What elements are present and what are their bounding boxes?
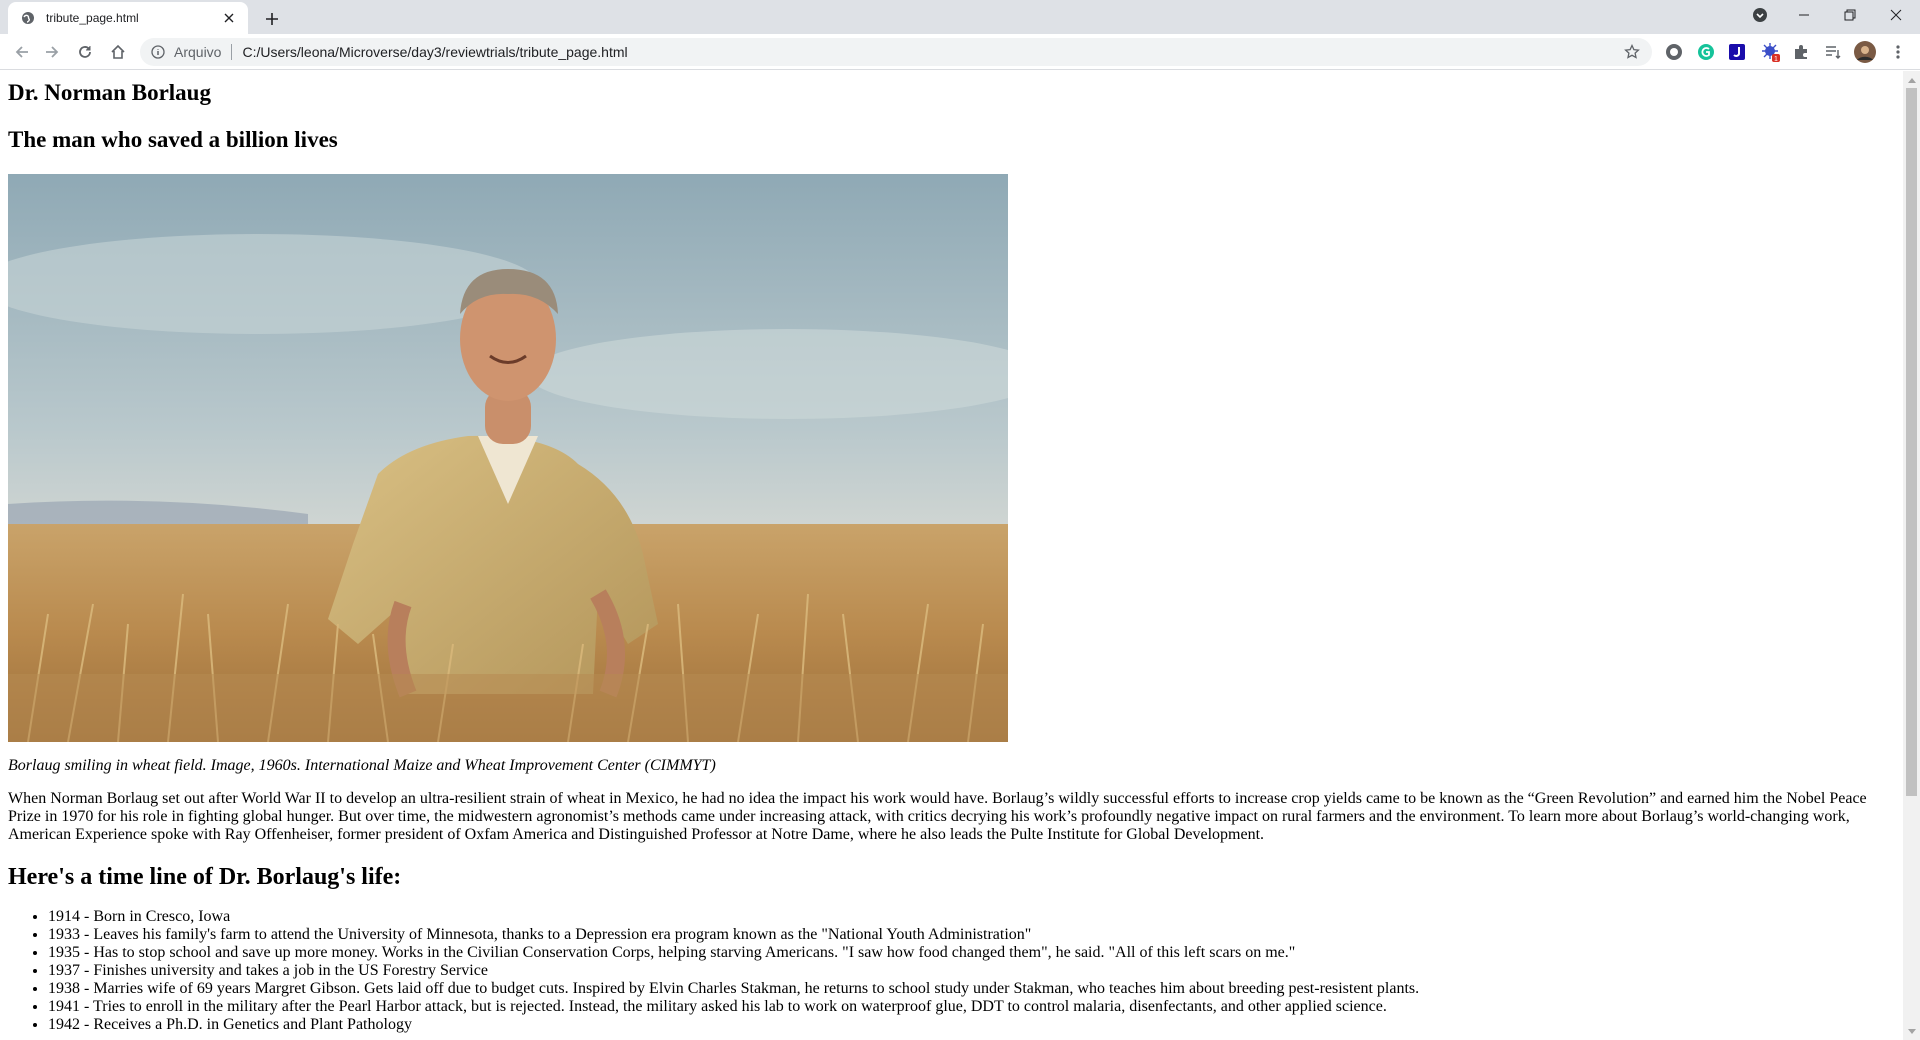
page-subtitle: The man who saved a billion lives [8, 127, 338, 152]
extension-1-icon[interactable] [1664, 42, 1684, 62]
close-window-icon[interactable] [1874, 0, 1918, 30]
url-text[interactable]: C:/Users/leona/Microverse/day3/reviewtri… [242, 44, 1622, 60]
scroll-up-arrow-icon[interactable] [1903, 71, 1920, 88]
omnibox-divider [231, 44, 233, 60]
minimize-window-icon[interactable] [1782, 0, 1826, 30]
list-item: 1935 - Has to stop school and save up mo… [48, 944, 1895, 962]
forward-arrow-icon[interactable] [38, 38, 66, 66]
extension-badge: 1 [1774, 56, 1778, 62]
bug-extension-icon[interactable]: 1 [1761, 42, 1781, 62]
vertical-scrollbar[interactable] [1903, 71, 1920, 1040]
tab-title: tribute_page.html [46, 11, 139, 25]
intro-paragraph: When Norman Borlaug set out after World … [8, 790, 1867, 843]
list-item: 1914 - Born in Cresco, Iowa [48, 908, 1895, 926]
timeline-heading: Here's a time line of Dr. Borlaug's life… [8, 864, 402, 890]
page-title: Dr. Norman Borlaug [8, 80, 211, 105]
scrollbar-thumb[interactable] [1906, 88, 1917, 796]
grammarly-icon[interactable] [1696, 42, 1716, 62]
info-icon[interactable] [150, 44, 166, 60]
globe-icon [20, 10, 36, 26]
tribute-page: Dr. Norman Borlaug The man who saved a b… [0, 79, 1903, 1034]
close-tab-icon[interactable] [220, 9, 238, 27]
list-item: 1942 - Receives a Ph.D. in Genetics and … [48, 1016, 1895, 1034]
timeline-list: 1914 - Born in Cresco, Iowa 1933 - Leave… [8, 908, 1895, 1034]
profile-avatar[interactable] [1854, 41, 1876, 63]
new-tab-button[interactable] [258, 5, 286, 33]
browser-menu-icon[interactable] [1888, 42, 1908, 62]
image-caption: Borlaug smiling in wheat field. Image, 1… [8, 757, 716, 774]
j-extension-icon[interactable] [1727, 42, 1747, 62]
scroll-down-arrow-icon[interactable] [1903, 1023, 1920, 1040]
tab-search-icon[interactable] [1738, 0, 1782, 30]
scheme-label: Arquivo [174, 44, 222, 60]
reload-icon[interactable] [71, 38, 99, 66]
home-icon[interactable] [104, 38, 132, 66]
list-item: 1933 - Leaves his family's farm to atten… [48, 926, 1895, 944]
puzzle-icon[interactable] [1791, 42, 1811, 62]
page-viewport: Dr. Norman Borlaug The man who saved a b… [0, 71, 1903, 1040]
list-item: 1941 - Tries to enroll in the military a… [48, 998, 1895, 1016]
address-bar[interactable]: Arquivo C:/Users/leona/Microverse/day3/r… [140, 38, 1652, 66]
tab-strip: tribute_page.html [0, 0, 1920, 34]
borlaug-wheat-field-photo [8, 174, 1008, 742]
list-item: 1937 - Finishes university and takes a j… [48, 962, 1895, 980]
browser-tab[interactable]: tribute_page.html [8, 2, 248, 34]
restore-window-icon[interactable] [1828, 0, 1872, 30]
bookmark-star-icon[interactable] [1622, 42, 1642, 62]
reading-list-icon[interactable] [1823, 42, 1843, 62]
list-item: 1938 - Marries wife of 69 years Margret … [48, 980, 1895, 998]
back-arrow-icon[interactable] [8, 38, 36, 66]
browser-toolbar: Arquivo C:/Users/leona/Microverse/day3/r… [0, 34, 1920, 70]
